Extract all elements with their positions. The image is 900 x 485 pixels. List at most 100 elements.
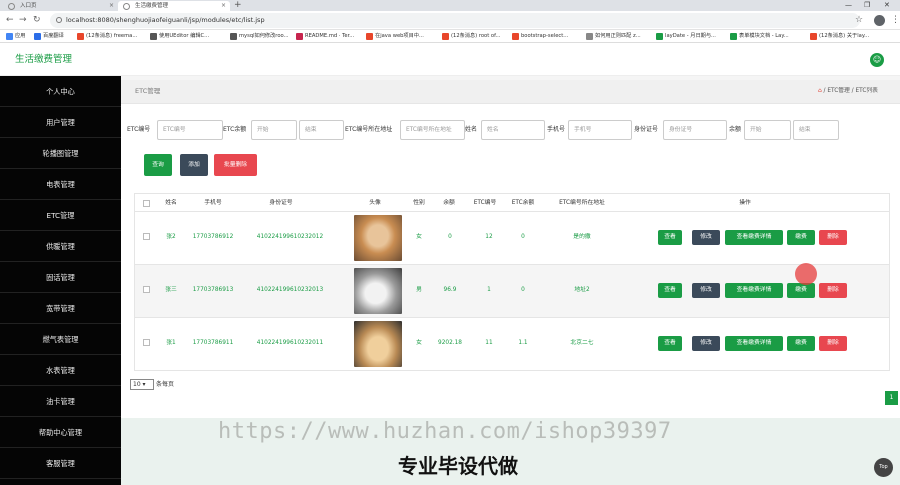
- profile-icon[interactable]: [874, 15, 885, 26]
- pay-button[interactable]: 缴费: [787, 230, 815, 245]
- table-cell-name: 张1: [166, 340, 176, 346]
- table-cell-etc-balance: 0: [521, 287, 525, 293]
- new-tab-button[interactable]: +: [234, 0, 242, 11]
- sidebar-item-6[interactable]: 供暖管理: [0, 231, 121, 262]
- sidebar-item-10[interactable]: 水表管理: [0, 355, 121, 386]
- sidebar-item-12[interactable]: 帮助中心管理: [0, 417, 121, 448]
- add-button[interactable]: 添加: [180, 154, 208, 176]
- etc-balance-end-input[interactable]: 结束: [299, 120, 344, 140]
- view-payment-button[interactable]: 查看缴费详情: [725, 230, 783, 245]
- reload-icon[interactable]: ↻: [33, 14, 41, 26]
- sidebar-item-8[interactable]: 宽带管理: [0, 293, 121, 324]
- sidebar-item-2[interactable]: 用户管理: [0, 107, 121, 138]
- filter-label-id-card: 身份证号: [634, 126, 659, 133]
- view-button[interactable]: 查看: [658, 336, 682, 351]
- search-button[interactable]: 查询: [144, 154, 172, 176]
- bookmark-star-icon[interactable]: ☆: [855, 13, 863, 28]
- view-payment-button[interactable]: 查看缴费详情: [725, 283, 783, 298]
- back-to-top-button[interactable]: Top: [874, 458, 893, 477]
- bookmark-item[interactable]: 应用: [6, 31, 25, 42]
- bookmark-label: layDate - 月日期与...: [665, 33, 716, 39]
- bookmark-item[interactable]: mysql如何修改roo...: [230, 31, 289, 42]
- view-payment-button[interactable]: 查看缴费详情: [725, 336, 783, 351]
- sidebar-item-5[interactable]: ETC管理: [0, 200, 121, 231]
- edit-button[interactable]: 修改: [692, 283, 720, 298]
- bookmark-item[interactable]: (12条消息) root of...: [442, 31, 500, 42]
- bookmark-item[interactable]: 在java web项目中...: [366, 31, 424, 42]
- etc-address-input[interactable]: ETC编号所在地址: [400, 120, 465, 140]
- table-header-cell: 头像: [369, 200, 381, 206]
- url-text[interactable]: localhost:8080/shenghuojiaofeiguanli/jsp…: [66, 13, 265, 28]
- view-button[interactable]: 查看: [658, 283, 682, 298]
- bookmark-favicon-icon: [77, 33, 84, 40]
- sidebar-item-4[interactable]: 电表管理: [0, 169, 121, 200]
- sidebar-item-1[interactable]: 个人中心: [0, 76, 121, 107]
- bookmark-item[interactable]: 如何用正则匹配 z...: [586, 31, 641, 42]
- bookmark-item[interactable]: 表单模块文档 - Lay...: [730, 31, 789, 42]
- table-header-cell: 姓名: [165, 200, 177, 206]
- table-header-cell: 余额: [443, 200, 455, 206]
- pay-button[interactable]: 缴费: [787, 283, 815, 298]
- browser-tab-entry[interactable]: 入口页 ×: [3, 1, 118, 11]
- pay-button[interactable]: 缴费: [787, 336, 815, 351]
- page-size-select[interactable]: 10 ▾: [130, 379, 154, 390]
- minimize-icon[interactable]: —: [845, 0, 852, 11]
- row-checkbox[interactable]: [143, 339, 150, 346]
- table-cell-etc-no: 12: [485, 234, 493, 240]
- bookmark-label: 表单模块文档 - Lay...: [739, 33, 789, 39]
- menu-icon[interactable]: ⋮: [891, 13, 900, 28]
- sidebar-item-13[interactable]: 客服管理: [0, 448, 121, 479]
- bookmark-item[interactable]: bootstrap-select...: [512, 31, 568, 42]
- forward-icon[interactable]: →: [19, 14, 27, 26]
- table-cell-gender: 女: [416, 234, 422, 240]
- edit-button[interactable]: 修改: [692, 336, 720, 351]
- etc-no-input[interactable]: ETC编号: [157, 120, 223, 140]
- table-cell-gender: 女: [416, 340, 422, 346]
- sidebar-item-7[interactable]: 固话管理: [0, 262, 121, 293]
- bookmark-label: (12条消息) root of...: [451, 33, 501, 39]
- watermark-slogan: 专业毕设代做: [398, 454, 518, 478]
- back-icon[interactable]: ←: [6, 14, 14, 26]
- balance-start-input[interactable]: 开始: [744, 120, 791, 140]
- bookmark-item[interactable]: 百度翻译: [34, 31, 64, 42]
- row-checkbox[interactable]: [143, 286, 150, 293]
- table-cell-etc-balance: 1.1: [518, 340, 528, 346]
- delete-button[interactable]: 删除: [819, 230, 847, 245]
- delete-button[interactable]: 删除: [819, 336, 847, 351]
- id-card-input[interactable]: 身份证号: [663, 120, 727, 140]
- bookmark-item[interactable]: 使用UEditor 编辑C...: [150, 31, 209, 42]
- info-icon[interactable]: [56, 17, 62, 23]
- bookmark-item[interactable]: layDate - 月日期与...: [656, 31, 716, 42]
- close-icon[interactable]: ×: [109, 1, 114, 11]
- sidebar-item-3[interactable]: 轮播图管理: [0, 138, 121, 169]
- phone-input[interactable]: 手机号: [568, 120, 632, 140]
- husky-dog-photo: [354, 268, 402, 314]
- page-size-value: 10: [133, 381, 141, 388]
- bookmark-item[interactable]: (12条消息) 关于lay...: [810, 31, 869, 42]
- select-all-checkbox[interactable]: [143, 200, 150, 207]
- close-icon[interactable]: ×: [221, 1, 226, 11]
- bookmark-item[interactable]: README.md · Ter...: [296, 31, 354, 42]
- table-cell-name: 张2: [166, 234, 176, 240]
- balance-end-input[interactable]: 结束: [793, 120, 839, 140]
- breadcrumb-path: / ETC管理 / ETC列表: [821, 88, 878, 94]
- etc-balance-start-input[interactable]: 开始: [251, 120, 297, 140]
- table-cell-etc-no: 11: [485, 340, 493, 346]
- browser-tab-active[interactable]: 生活缴费管理 ×: [118, 1, 230, 11]
- window-close-icon[interactable]: ✕: [884, 0, 890, 11]
- user-icon[interactable]: ☺: [870, 53, 884, 67]
- view-button[interactable]: 查看: [658, 230, 682, 245]
- row-checkbox[interactable]: [143, 233, 150, 240]
- batch-delete-button[interactable]: 批量删除: [214, 154, 257, 176]
- app-title: 生活缴费管理: [15, 54, 73, 65]
- page-button-1[interactable]: 1: [885, 391, 898, 405]
- table-cell-id-card: 410224199610232011: [256, 340, 324, 346]
- sidebar-item-11[interactable]: 油卡管理: [0, 386, 121, 417]
- maximize-icon[interactable]: ❐: [864, 0, 870, 11]
- bookmark-item[interactable]: (12条消息) freema...: [77, 31, 137, 42]
- sidebar-item-9[interactable]: 燃气表管理: [0, 324, 121, 355]
- edit-button[interactable]: 修改: [692, 230, 720, 245]
- bookmark-favicon-icon: [730, 33, 737, 40]
- delete-button[interactable]: 删除: [819, 283, 847, 298]
- name-input[interactable]: 姓名: [481, 120, 545, 140]
